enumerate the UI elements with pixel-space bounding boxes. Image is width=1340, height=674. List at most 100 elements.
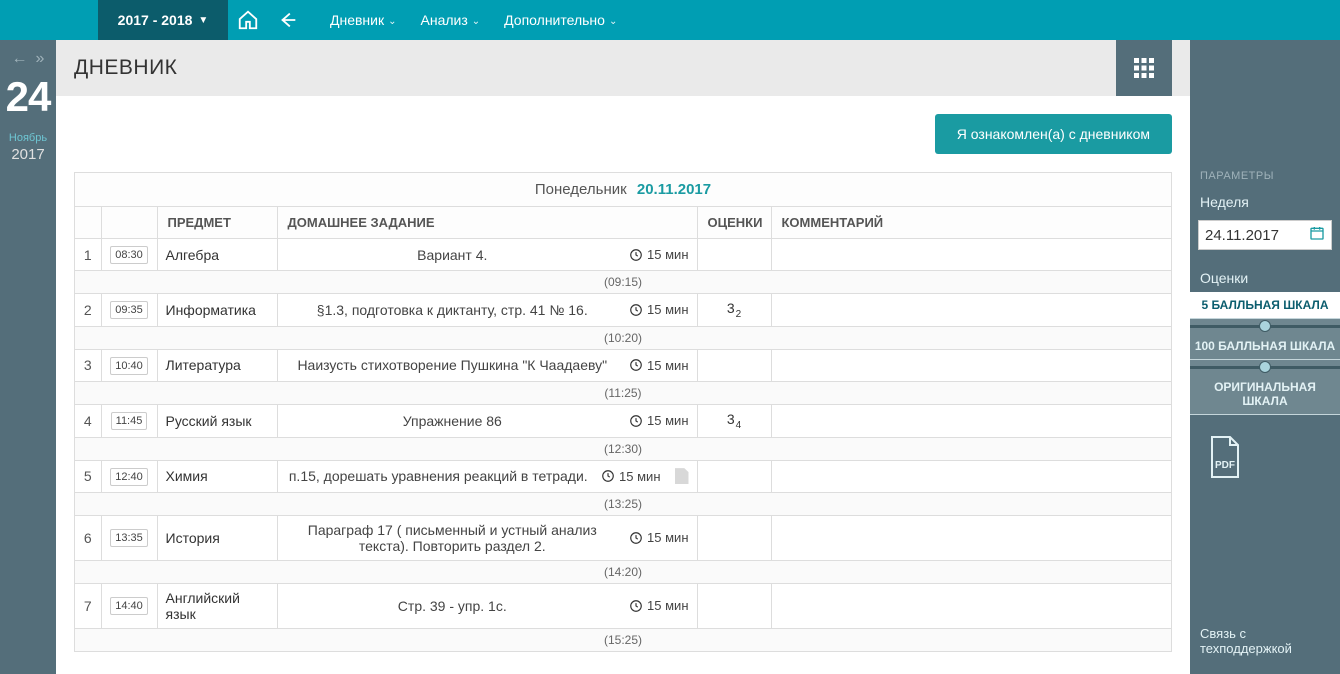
col-header-empty	[75, 207, 101, 239]
lesson-subject: Литература	[157, 349, 277, 381]
year-selector[interactable]: 2017 - 2018 ▼	[98, 0, 228, 40]
table-row: 512:40Химияп.15, дорешать уравнения реак…	[75, 460, 1171, 492]
current-year: 2017	[11, 146, 44, 163]
next-day-button[interactable]: »	[36, 50, 45, 68]
lesson-comment	[771, 294, 1171, 327]
apps-grid-button[interactable]	[1116, 40, 1172, 96]
col-header-comment: КОММЕНТАРИЙ	[771, 207, 1171, 239]
table-row: 613:35ИсторияПараграф 17 ( письменный и …	[75, 515, 1171, 560]
table-row: 310:40ЛитератураНаизусть стихотворение П…	[75, 349, 1171, 381]
scale-original-button[interactable]: ОРИГИНАЛЬНАЯ ШКАЛА	[1190, 374, 1340, 415]
page-title: ДНЕВНИК	[74, 56, 177, 80]
lesson-homework: Параграф 17 ( письменный и устный анализ…	[277, 515, 697, 560]
lesson-comment	[771, 404, 1171, 437]
chevron-down-icon: ⌄	[609, 16, 617, 27]
week-label: Неделя	[1190, 188, 1340, 216]
back-button[interactable]	[268, 9, 308, 31]
lesson-number: 1	[75, 239, 101, 271]
lesson-subject: История	[157, 515, 277, 560]
svg-text:PDF: PDF	[1215, 460, 1235, 471]
calendar-icon	[1309, 225, 1325, 245]
col-header-subject: ПРЕДМЕТ	[157, 207, 277, 239]
lesson-homework: Стр. 39 - упр. 1с. 15 мин	[277, 583, 697, 628]
lesson-grade	[697, 515, 771, 560]
break-row: (10:20)	[75, 326, 1171, 349]
lesson-time: 13:35	[101, 515, 157, 560]
lesson-subject: Английский язык	[157, 583, 277, 628]
nav-more-label: Дополнительно	[504, 12, 605, 28]
duration: 15 мин	[629, 302, 688, 317]
acknowledge-button[interactable]: Я ознакомлен(а) с дневником	[935, 114, 1172, 154]
table-row: 209:35Информатика§1.3, подготовка к дикт…	[75, 294, 1171, 327]
duration: 15 мин	[629, 247, 688, 262]
lesson-homework: Вариант 4. 15 мин	[277, 239, 697, 271]
current-day-number: 24	[6, 76, 51, 118]
lesson-homework: п.15, дорешать уравнения реакций в тетра…	[277, 460, 697, 492]
lesson-comment	[771, 515, 1171, 560]
table-row: 714:40Английский языкСтр. 39 - упр. 1с. …	[75, 583, 1171, 628]
lesson-homework: §1.3, подготовка к диктанту, стр. 41 № 1…	[277, 294, 697, 327]
chevron-down-icon: ▼	[198, 15, 208, 26]
scale-divider	[1190, 319, 1340, 333]
lesson-grade: 32	[697, 294, 771, 327]
week-date-value: 24.11.2017	[1205, 227, 1279, 244]
day-title: Понедельник 20.11.2017	[75, 173, 1171, 207]
break-row: (15:25)	[75, 628, 1171, 651]
lesson-subject: Химия	[157, 460, 277, 492]
day-of-week: Понедельник	[535, 181, 627, 198]
lesson-grade	[697, 460, 771, 492]
nav-diary[interactable]: Дневник ⌄	[318, 0, 409, 40]
col-header-grades: ОЦЕНКИ	[697, 207, 771, 239]
break-row: (13:25)	[75, 492, 1171, 515]
duration: 15 мин	[601, 469, 660, 484]
year-range-label: 2017 - 2018	[118, 12, 193, 28]
attachment-icon[interactable]	[675, 468, 689, 484]
lesson-homework: Упражнение 86 15 мин	[277, 404, 697, 437]
week-date-input[interactable]: 24.11.2017	[1198, 220, 1332, 250]
lesson-time: 10:40	[101, 349, 157, 381]
lesson-time: 12:40	[101, 460, 157, 492]
nav-analysis-label: Анализ	[421, 12, 468, 28]
arrow-left-icon	[277, 9, 299, 31]
duration: 15 мин	[629, 598, 688, 613]
diary-table: ПРЕДМЕТ ДОМАШНЕЕ ЗАДАНИЕ ОЦЕНКИ КОММЕНТА…	[75, 207, 1171, 652]
params-label: ПАРАМЕТРЫ	[1190, 170, 1340, 188]
support-link[interactable]: Связь с техподдержкой	[1190, 612, 1340, 674]
lesson-time: 11:45	[101, 404, 157, 437]
lesson-subject: Русский язык	[157, 404, 277, 437]
table-row: 411:45Русский языкУпражнение 86 15 мин34	[75, 404, 1171, 437]
export-pdf-button[interactable]: PDF	[1200, 433, 1250, 483]
lesson-time: 09:35	[101, 294, 157, 327]
lesson-number: 3	[75, 349, 101, 381]
lesson-number: 4	[75, 404, 101, 437]
lesson-homework: Наизусть стихотворение Пушкина "К Чаадае…	[277, 349, 697, 381]
scale-divider	[1190, 360, 1340, 374]
duration: 15 мин	[629, 413, 688, 428]
chevron-down-icon: ⌄	[472, 16, 480, 27]
col-header-empty2	[101, 207, 157, 239]
lesson-number: 6	[75, 515, 101, 560]
prev-day-button[interactable]: ←	[12, 50, 28, 68]
grades-label: Оценки	[1190, 260, 1340, 292]
home-button[interactable]	[228, 9, 268, 31]
lesson-comment	[771, 239, 1171, 271]
scale-100-button[interactable]: 100 БАЛЛЬНАЯ ШКАЛА	[1190, 333, 1340, 360]
nav-left-gap	[0, 0, 98, 40]
params-rail: ПАРАМЕТРЫ Неделя 24.11.2017 Оценки 5 БАЛ…	[1190, 40, 1340, 674]
scale-5-button[interactable]: 5 БАЛЛЬНАЯ ШКАЛА	[1190, 292, 1340, 319]
break-row: (09:15)	[75, 271, 1171, 294]
lesson-subject: Информатика	[157, 294, 277, 327]
lesson-comment	[771, 349, 1171, 381]
lesson-number: 2	[75, 294, 101, 327]
lesson-time: 14:40	[101, 583, 157, 628]
table-row: 108:30АлгебраВариант 4. 15 мин	[75, 239, 1171, 271]
pdf-icon: PDF	[1200, 433, 1250, 483]
day-block: Понедельник 20.11.2017 ПРЕДМЕТ ДОМАШНЕЕ …	[74, 172, 1172, 652]
nav-more[interactable]: Дополнительно ⌄	[492, 0, 629, 40]
lesson-time: 08:30	[101, 239, 157, 271]
break-row: (11:25)	[75, 381, 1171, 404]
col-header-homework: ДОМАШНЕЕ ЗАДАНИЕ	[277, 207, 697, 239]
lesson-grade	[697, 239, 771, 271]
nav-analysis[interactable]: Анализ ⌄	[409, 0, 493, 40]
lesson-comment	[771, 460, 1171, 492]
